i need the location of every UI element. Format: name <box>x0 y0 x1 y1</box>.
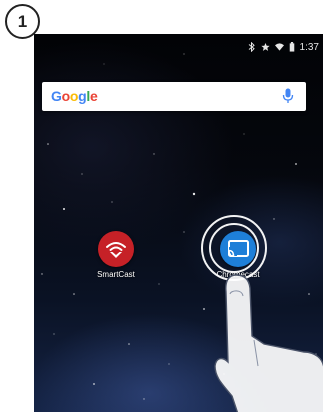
wifi-icon <box>274 43 284 51</box>
google-logo-letter: o <box>69 88 79 104</box>
status-time: 1:37 <box>299 41 319 53</box>
star-icon <box>260 42 270 51</box>
smartcast-icon <box>98 231 134 267</box>
google-logo: Google <box>51 88 98 104</box>
google-search-bar[interactable]: Google <box>42 82 306 111</box>
google-logo-letter: e <box>89 88 98 104</box>
tap-ring-outer <box>201 215 267 281</box>
microphone-icon[interactable] <box>282 88 294 105</box>
status-bar: 1:37 <box>247 40 319 54</box>
bluetooth-icon <box>248 42 255 52</box>
app-smartcast[interactable]: SmartCast <box>86 231 146 279</box>
battery-icon <box>289 42 294 52</box>
tapping-hand-icon <box>214 274 323 412</box>
app-label: SmartCast <box>97 270 135 279</box>
home-screen: 1:37 Google SmartCast Chr <box>34 34 323 412</box>
step-number-badge: 1 <box>5 4 40 39</box>
google-logo-letter: G <box>51 88 62 104</box>
google-logo-letter: o <box>61 88 71 104</box>
